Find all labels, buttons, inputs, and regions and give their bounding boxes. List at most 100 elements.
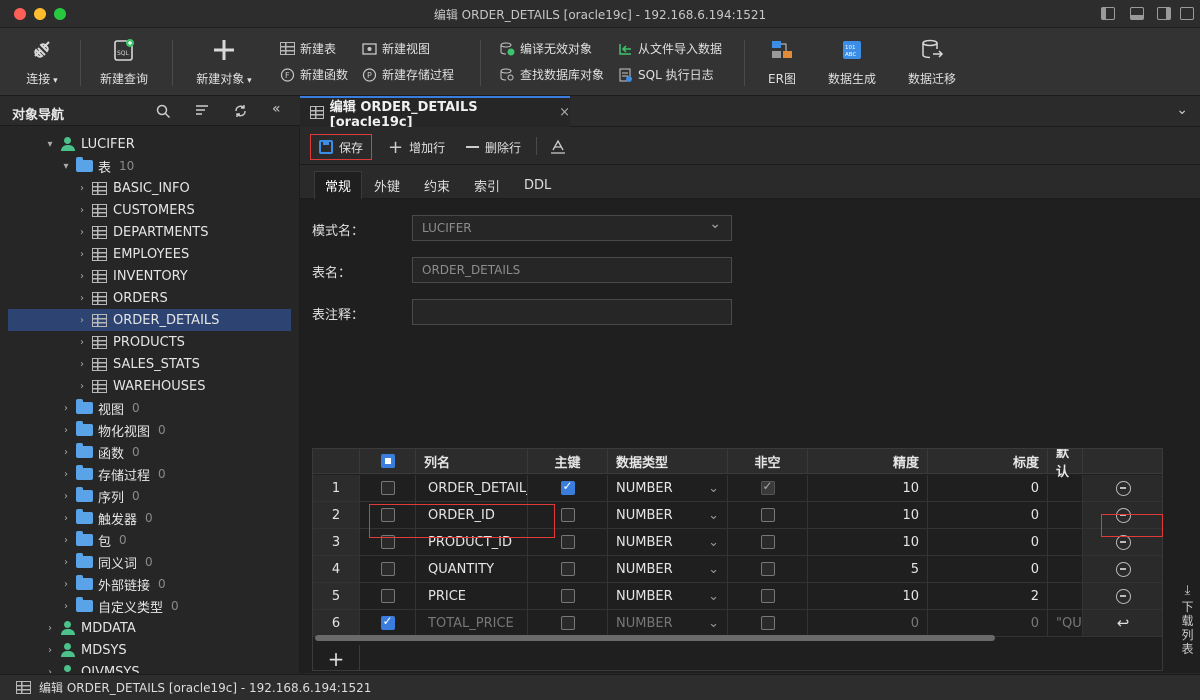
tree-item-products[interactable]: › PRODUCTS: [0, 331, 299, 353]
chevron-right-icon[interactable]: ›: [44, 645, 56, 656]
bottom-panel-toggle-icon[interactable]: [1130, 7, 1144, 20]
data-type-select[interactable]: NUMBER ⌄: [608, 529, 728, 556]
close-tab-icon[interactable]: ×: [559, 105, 570, 120]
table-name-field[interactable]: ORDER_DETAILS: [412, 257, 732, 283]
primary-key-header[interactable]: 主键: [528, 449, 608, 474]
chevron-right-icon[interactable]: ›: [60, 469, 72, 480]
horizontal-scrollbar[interactable]: [315, 635, 995, 641]
tree-item-ojvmsys[interactable]: › OJVMSYS: [0, 661, 299, 674]
chevron-right-icon[interactable]: ›: [60, 579, 72, 590]
chevron-right-icon[interactable]: ›: [76, 183, 88, 194]
scale-cell[interactable]: 0: [928, 475, 1048, 502]
text-format-icon[interactable]: [550, 139, 566, 154]
primary-key-checkbox[interactable]: [560, 508, 575, 522]
default-cell[interactable]: [1048, 475, 1083, 502]
data-type-select[interactable]: NUMBER ⌄: [608, 556, 728, 583]
primary-key-cell[interactable]: [528, 475, 608, 502]
precision-header[interactable]: 精度: [808, 449, 928, 474]
chevron-right-icon[interactable]: ›: [76, 315, 88, 326]
chevron-right-icon[interactable]: ›: [60, 601, 72, 612]
not-null-cell[interactable]: [728, 529, 808, 556]
chevron-right-icon[interactable]: ›: [60, 557, 72, 568]
scale-cell[interactable]: 2: [928, 583, 1048, 610]
table-row[interactable]: 6TOTAL_PRICENUMBER⌄00"QU↩: [313, 610, 1162, 637]
row-action-cell[interactable]: ↩: [1083, 610, 1162, 637]
primary-key-cell[interactable]: [528, 556, 608, 583]
import-from-file-button[interactable]: 从文件导入数据: [618, 40, 722, 57]
column-name-cell[interactable]: ORDER_DETAIL_: [416, 475, 528, 502]
tree-item--[interactable]: › 触发器 0: [0, 507, 299, 529]
chevron-right-icon[interactable]: ›: [60, 491, 72, 502]
chevron-right-icon[interactable]: ›: [76, 227, 88, 238]
row-select-cell[interactable]: [360, 556, 416, 583]
tree-item-basic-info[interactable]: › BASIC_INFO: [0, 177, 299, 199]
actions-header[interactable]: [1083, 449, 1162, 474]
row-action-cell[interactable]: [1083, 475, 1162, 502]
default-cell[interactable]: [1048, 529, 1083, 556]
tree-item--[interactable]: ▾ 表 10: [0, 155, 299, 177]
row-select-checkbox[interactable]: [380, 481, 395, 495]
primary-key-checkbox[interactable]: [560, 479, 575, 495]
row-action-cell[interactable]: [1083, 556, 1162, 583]
chevron-down-icon[interactable]: ▾: [44, 139, 56, 150]
tree-item--[interactable]: › 序列 0: [0, 485, 299, 507]
primary-key-cell[interactable]: [528, 583, 608, 610]
tree-item-customers[interactable]: › CUSTOMERS: [0, 199, 299, 221]
table-row[interactable]: 1 ORDER_DETAIL_ NUMBER ⌄ 100: [313, 475, 1162, 502]
data-type-select[interactable]: NUMBER ⌄: [608, 475, 728, 502]
row-select-cell[interactable]: [360, 583, 416, 610]
connect-button[interactable]: 连接 ▾: [16, 34, 68, 87]
not-null-cell[interactable]: [728, 556, 808, 583]
delete-row-button[interactable]: 删除行: [466, 134, 521, 160]
not-null-checkbox[interactable]: [760, 589, 775, 603]
precision-cell[interactable]: 10: [808, 583, 928, 610]
row-select-checkbox[interactable]: [380, 535, 395, 549]
subtab-constraints[interactable]: 约束: [414, 171, 460, 199]
primary-key-cell[interactable]: [528, 610, 608, 637]
scale-cell[interactable]: 0: [928, 610, 1048, 637]
new-view-button[interactable]: 新建视图: [362, 40, 430, 57]
not-null-checkbox[interactable]: [760, 508, 775, 522]
scale-header[interactable]: 标度: [928, 449, 1048, 474]
precision-cell[interactable]: 10: [808, 502, 928, 529]
schema-select[interactable]: LUCIFER: [412, 215, 732, 241]
compile-invalid-button[interactable]: 编译无效对象: [500, 40, 592, 57]
row-action-cell[interactable]: [1083, 583, 1162, 610]
not-null-cell[interactable]: [728, 475, 808, 502]
remove-row-icon[interactable]: [1115, 588, 1131, 604]
primary-key-checkbox[interactable]: [560, 616, 575, 630]
chevron-right-icon[interactable]: ›: [76, 381, 88, 392]
chevron-right-icon[interactable]: ›: [44, 623, 56, 634]
precision-cell[interactable]: 0: [808, 610, 928, 637]
grid-add-row-button[interactable]: +: [313, 645, 360, 670]
tree-item-warehouses[interactable]: › WAREHOUSES: [0, 375, 299, 397]
table-row[interactable]: 2 ORDER_ID NUMBER ⌄ 10 0: [313, 502, 1162, 529]
default-cell[interactable]: [1048, 583, 1083, 610]
not-null-cell[interactable]: [728, 583, 808, 610]
sql-log-button[interactable]: SQL 执行日志: [618, 66, 714, 83]
row-select-checkbox[interactable]: [380, 614, 395, 630]
row-select-cell[interactable]: [360, 610, 416, 637]
table-row[interactable]: 3 PRODUCT_ID NUMBER ⌄ 10 0: [313, 529, 1162, 556]
not-null-cell[interactable]: [728, 502, 808, 529]
table-row[interactable]: 4 QUANTITY NUMBER ⌄ 5 0: [313, 556, 1162, 583]
tab-menu-chevron-icon[interactable]: ⌄: [1176, 102, 1188, 118]
subtab-indexes[interactable]: 索引: [464, 171, 510, 199]
right-panel-toggle-icon[interactable]: [1157, 7, 1171, 20]
row-action-cell[interactable]: [1083, 502, 1162, 529]
tab-edit-order-details[interactable]: 编辑 ORDER_DETAILS [oracle19c] ×: [300, 96, 570, 130]
row-select-checkbox[interactable]: [380, 589, 395, 603]
download-list-panel-toggle[interactable]: ⤓ 下载列表: [1175, 584, 1200, 674]
remove-row-icon[interactable]: [1115, 534, 1131, 550]
data-type-select[interactable]: NUMBER ⌄: [608, 502, 728, 529]
default-cell[interactable]: "QU: [1048, 610, 1083, 637]
search-icon[interactable]: [156, 104, 171, 118]
chevron-right-icon[interactable]: ›: [76, 337, 88, 348]
chevron-right-icon[interactable]: ›: [60, 425, 72, 436]
sidebar-toggle-icon[interactable]: [1101, 7, 1115, 20]
sort-icon[interactable]: [195, 104, 210, 118]
tree-item--[interactable]: › 外部链接 0: [0, 573, 299, 595]
column-name-cell[interactable]: ORDER_ID: [416, 502, 528, 529]
chevron-right-icon[interactable]: ›: [60, 403, 72, 414]
new-object-button[interactable]: 新建对象 ▾: [192, 34, 256, 87]
